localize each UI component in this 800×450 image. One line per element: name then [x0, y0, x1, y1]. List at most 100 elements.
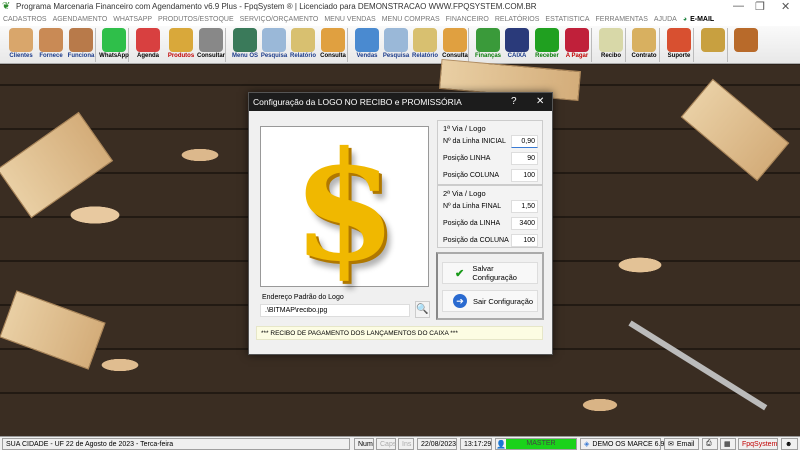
whatsapp-icon: [102, 28, 126, 52]
linha-final-input[interactable]: [511, 200, 538, 213]
close-button[interactable]: ✕: [781, 0, 790, 13]
printer-icon[interactable]: ⎙: [702, 438, 718, 450]
toolbar-button-agenda[interactable]: Agenda: [133, 27, 163, 63]
maximize-button[interactable]: ❐: [755, 0, 765, 13]
clients-icon: [9, 28, 33, 52]
menu-item[interactable]: MENU COMPRAS: [382, 16, 440, 23]
action-group: ✔ Salvar Configuração ➔ Sair Configuraçã…: [436, 252, 544, 320]
status-company-text: DEMO OS MARCE 6.9: [592, 440, 665, 448]
minimize-button[interactable]: —: [733, 0, 744, 12]
receipt-icon: [599, 28, 623, 52]
toolbar-button-coins[interactable]: [698, 27, 728, 63]
user-settings-icon[interactable]: ☻: [781, 438, 798, 450]
calculator-icon[interactable]: ▦: [720, 438, 736, 450]
save-config-label: Salvar Configuração: [472, 264, 517, 282]
status-time: 13:17:29: [460, 438, 492, 450]
field-label: Posição da COLUNA: [443, 237, 509, 244]
toolbar-button-consulta[interactable]: Consulta: [318, 27, 348, 63]
toolbar-button-suporte[interactable]: Suporte: [664, 27, 694, 63]
status-user: MASTER: [506, 439, 576, 449]
field-label: Posição COLUNA: [443, 172, 500, 179]
field-label: Nº da Linha INICIAL: [443, 138, 506, 145]
window-title: Programa Marcenaria Financeiro com Agend…: [16, 2, 537, 11]
menu-item[interactable]: MENU VENDAS: [324, 16, 375, 23]
status-city-date: SUA CIDADE - UF 22 de Agosto de 2023 - T…: [2, 438, 350, 450]
posicao-da-coluna-input[interactable]: [511, 234, 538, 247]
exit-door-icon: [734, 28, 758, 52]
status-user-panel: 👤 MASTER: [495, 438, 577, 450]
exit-config-button[interactable]: ➔ Sair Configuração: [442, 290, 538, 312]
menu-item[interactable]: SERVIÇO/ORÇAMENTO: [240, 16, 319, 23]
status-num: Num: [354, 438, 374, 450]
field-label: Nº da Linha FINAL: [443, 203, 502, 210]
supplier-icon: [39, 28, 63, 52]
coins-icon: [701, 28, 725, 52]
globe-icon: ◕: [682, 16, 688, 23]
mail-icon: ✉: [668, 441, 674, 448]
folder-box-icon: [321, 28, 345, 52]
toolbar-button-contrato[interactable]: Contrato: [629, 27, 659, 63]
dialog-title: Configuração da LOGO NO RECIBO e PROMISS…: [253, 97, 462, 107]
menu-item-email[interactable]: ◕ E-MAIL: [683, 16, 714, 23]
toolbar-label: Suporte: [667, 53, 691, 59]
posicao-coluna-input[interactable]: [511, 169, 538, 182]
menu-item[interactable]: FINANCEIRO: [446, 16, 489, 23]
menu-item[interactable]: AJUDA: [654, 16, 677, 23]
wood-plank: [0, 111, 114, 219]
logo-preview: $: [260, 126, 429, 287]
dialog-close-button[interactable]: ✕: [536, 96, 544, 107]
contract-icon: [632, 28, 656, 52]
menu-item[interactable]: CADASTROS: [3, 16, 47, 23]
via2-title: 2ª Via / Logo: [443, 189, 486, 198]
toolbar-button-recibo[interactable]: Recibo: [596, 27, 626, 63]
linha-inicial-input[interactable]: [511, 135, 538, 148]
field-label: Posição LINHA: [443, 155, 491, 162]
status-email-text: Email: [676, 440, 695, 448]
menu-item[interactable]: ESTATISTICA: [545, 16, 589, 23]
menu-item[interactable]: FERRAMENTAS: [596, 16, 648, 23]
employee-icon: [69, 28, 93, 52]
toolbar-button-whatsapp[interactable]: WhatsApp: [99, 27, 129, 63]
wood-plank: [0, 290, 106, 370]
toolbar-button-funciona[interactable]: Funciona: [66, 27, 96, 63]
printer-icon: [291, 28, 315, 52]
exit-config-label: Sair Configuração: [473, 296, 534, 306]
calendar-icon: [136, 28, 160, 52]
dollar-red-icon: [565, 28, 589, 52]
search-doc-icon: [262, 28, 286, 52]
status-date: 22/08/2023: [417, 438, 457, 450]
menu-item[interactable]: PRODUTOS/ESTOQUE: [158, 16, 234, 23]
dollar-green-icon: [535, 28, 559, 52]
help-button[interactable]: ?: [511, 96, 517, 107]
dialog-titlebar: Configuração da LOGO NO RECIBO e PROMISS…: [249, 93, 552, 111]
toolbar-button-exit-door[interactable]: [731, 27, 761, 63]
menu-item[interactable]: WHATSAPP: [113, 16, 152, 23]
status-company: ◈ DEMO OS MARCE 6.9: [580, 438, 665, 450]
field-label: Posição da LINHA: [443, 220, 501, 227]
toolbar-button-consultar[interactable]: Consultar: [196, 27, 226, 63]
barcode-icon: [199, 28, 223, 52]
via2-group: 2ª Via / Logo Nº da Linha FINAL Posição …: [437, 185, 543, 248]
save-config-button[interactable]: ✔ Salvar Configuração: [442, 262, 538, 284]
status-email-button[interactable]: ✉ Email: [664, 438, 699, 450]
posicao-linha-input[interactable]: [511, 152, 538, 165]
checkmark-icon: ✔: [455, 267, 465, 280]
folder-box-icon: [443, 28, 467, 52]
via1-group: 1ª Via / Logo Nº da Linha INICIAL Posiçã…: [437, 120, 543, 185]
browse-button[interactable]: 🔍: [415, 301, 430, 318]
logo-path-input[interactable]: [260, 304, 410, 317]
menu-item[interactable]: AGENDAMENTO: [53, 16, 108, 23]
support-icon: [667, 28, 691, 52]
clipboard-icon: [233, 28, 257, 52]
menu-email-label: E-MAIL: [690, 16, 715, 23]
menu-item[interactable]: RELATÓRIOS: [495, 16, 540, 23]
status-caps: Caps: [376, 438, 396, 450]
finance-chart-icon: [476, 28, 500, 52]
menu-bar: CADASTROS AGENDAMENTO WHATSAPP PRODUTOS/EST…: [0, 13, 800, 26]
posicao-da-linha-input[interactable]: [511, 217, 538, 230]
status-brand: FpqSystem: [738, 438, 778, 450]
toolbar-button-consulta[interactable]: Consulta: [440, 27, 470, 63]
monitor-icon: [355, 28, 379, 52]
toolbar-button-a-pagar[interactable]: A Pagar: [562, 27, 592, 63]
search-doc-icon: [384, 28, 408, 52]
